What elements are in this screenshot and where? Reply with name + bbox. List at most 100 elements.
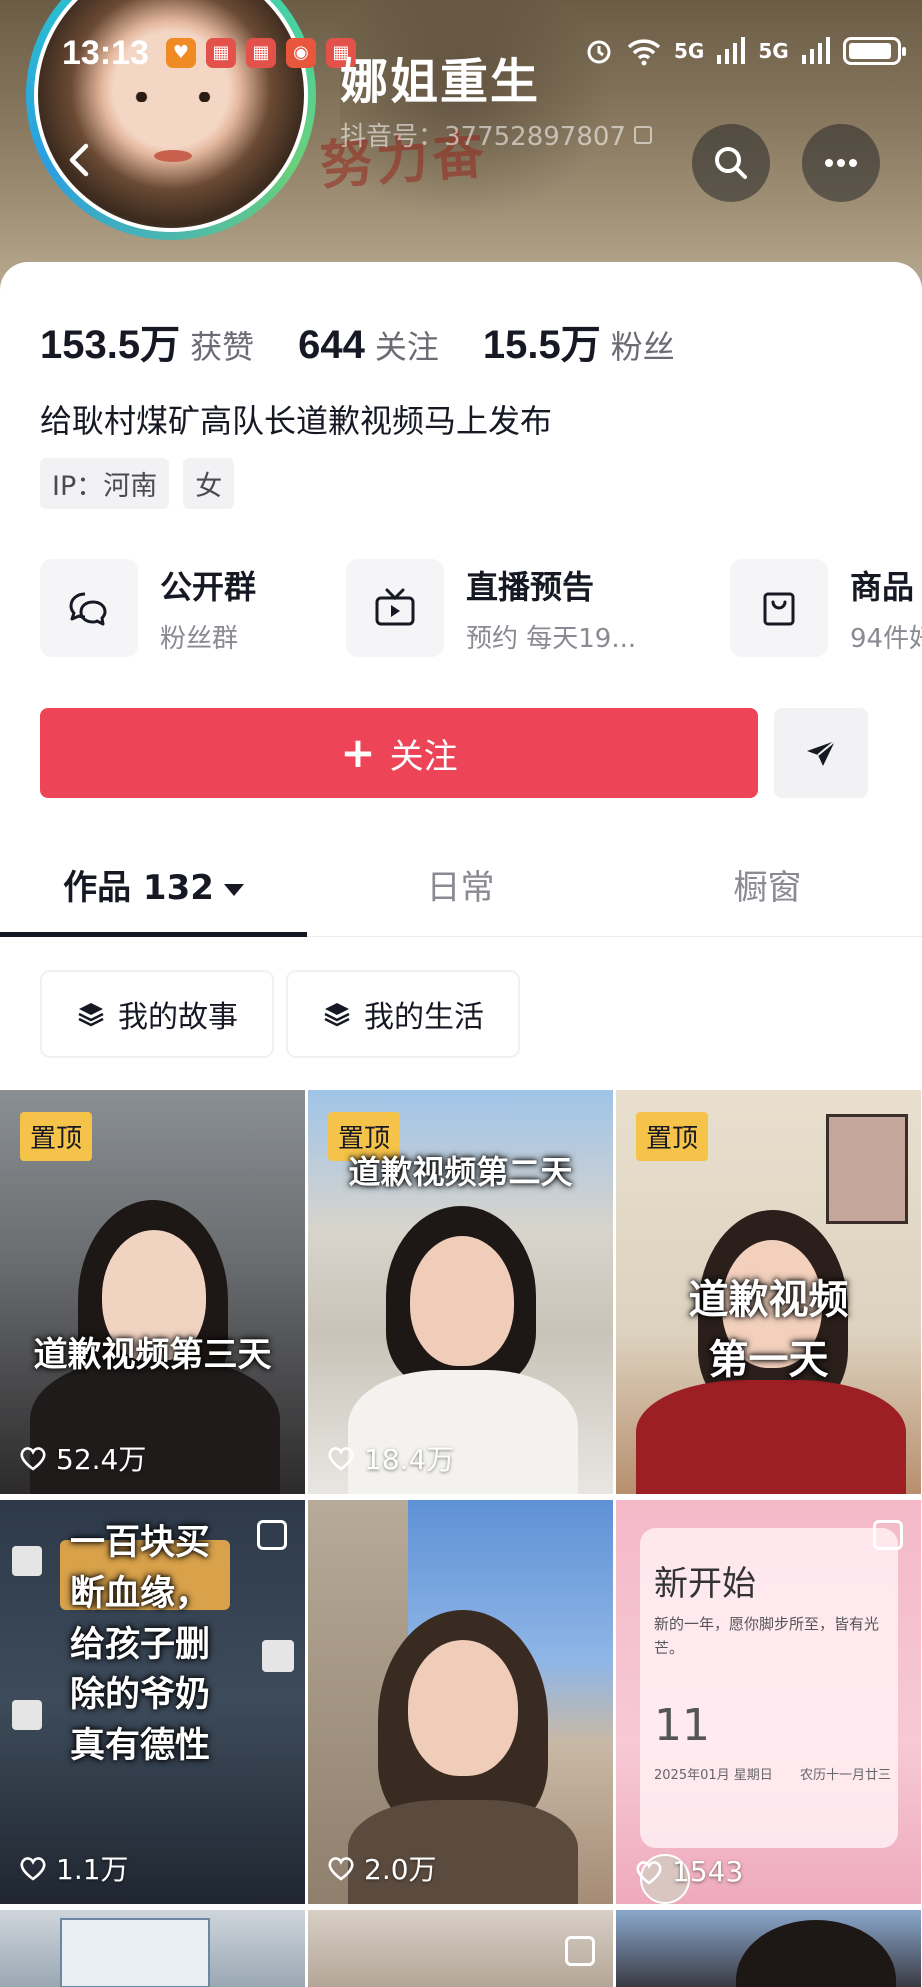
tab-works[interactable]: 作品 132	[0, 860, 307, 909]
profile-bio: 给耿村煤矿高队长道歉视频马上发布	[40, 402, 553, 440]
video-thumbnail[interactable]	[0, 1910, 305, 1987]
card-title: 新开始	[654, 1564, 756, 1604]
active-tab-indicator	[0, 932, 307, 937]
wifi-icon	[627, 39, 661, 66]
notification-icons: ♥ ▦ ▦ ◉ ▦	[166, 38, 356, 68]
ip-location-tag: IP：河南	[40, 458, 170, 509]
gender-tag: 女	[183, 458, 235, 509]
overlay-line: 道歉视频	[688, 1277, 849, 1323]
overlay-line: 真有德性	[70, 1726, 211, 1766]
heart-outline-icon	[328, 1447, 354, 1471]
like-count: 2.0万	[326, 1848, 437, 1888]
search-icon	[715, 147, 747, 179]
douyin-id[interactable]: 抖音号：37752897807	[340, 116, 652, 153]
feature-text: 公开群 粉丝群	[160, 562, 256, 655]
feature-text: 商品 94件好	[850, 562, 922, 655]
like-count: 52.4万	[18, 1438, 146, 1478]
content-tabs: 作品 132 日常 橱窗	[0, 860, 922, 926]
checkbox-icon[interactable]	[257, 1520, 287, 1550]
tab-label: 作品 132	[63, 868, 214, 908]
feature-icon-box	[40, 559, 138, 657]
paper-plane-icon	[807, 740, 836, 766]
feature-fan-group[interactable]: 公开群 粉丝群	[40, 558, 256, 658]
feature-icon-box	[346, 559, 444, 657]
overlay-line: 给孩子删	[70, 1624, 211, 1665]
heart-outline-icon	[20, 1447, 46, 1471]
avatar-lips	[154, 150, 192, 162]
wall-picture	[826, 1114, 908, 1224]
checkbox-icon[interactable]	[873, 1520, 903, 1550]
heart-outline-icon	[328, 1857, 354, 1881]
like-count-value: 52.4万	[56, 1443, 147, 1476]
like-count-value: 2.0万	[364, 1853, 437, 1886]
collection-my-story[interactable]: 我的故事	[40, 970, 274, 1058]
video-thumbnail[interactable]: 2.0万	[308, 1500, 613, 1904]
chat-avatar	[12, 1700, 42, 1730]
profile-stats: 153.5万 获赞 644 关注 15.5万 粉丝	[40, 312, 719, 370]
follow-button[interactable]: + 关注	[40, 708, 758, 798]
feature-title: 直播预告	[466, 567, 595, 606]
caret-down-icon[interactable]	[223, 883, 244, 896]
follow-label: 关注	[389, 736, 458, 777]
video-grid: 置顶 道歉视频第三天 52.4万 置顶 道歉视频第二天 18.4万 置顶 道歉视…	[0, 1090, 922, 1987]
back-button[interactable]	[60, 140, 100, 180]
stat-value: 15.5万	[482, 323, 601, 367]
stat-label: 粉丝	[610, 328, 675, 366]
like-count-value: 18.4万	[364, 1443, 455, 1476]
copy-icon[interactable]	[633, 125, 652, 144]
stat-followers[interactable]: 15.5万 粉丝	[483, 312, 675, 370]
video-thumbnail[interactable]: 新开始 新的一年，愿你脚步所至，皆有光芒。 11 2025年01月 星期日 农历…	[616, 1500, 921, 1904]
like-count: 1.1万	[18, 1848, 129, 1888]
more-dots-icon	[825, 159, 857, 167]
plus-icon: +	[340, 728, 376, 777]
like-count-value: 1543	[672, 1855, 744, 1888]
chevron-left-icon	[69, 143, 89, 177]
collection-my-life[interactable]: 我的生活	[286, 970, 520, 1058]
network-type-2: 5G	[758, 39, 789, 63]
collection-label: 我的生活	[364, 1000, 484, 1035]
chat-bubbles-icon	[69, 592, 107, 626]
network-type: 5G	[674, 39, 705, 63]
card-text: 新的一年，愿你脚步所至，皆有光芒。	[654, 1615, 880, 1657]
like-count-value: 1.1万	[56, 1853, 129, 1886]
card-day: 11	[654, 1700, 710, 1751]
feature-products[interactable]: 商品 94件好	[730, 558, 922, 658]
collection-chips: 我的故事 我的生活	[40, 970, 520, 1058]
stat-value: 153.5万	[40, 323, 181, 367]
stat-following[interactable]: 644 关注	[298, 322, 439, 368]
search-button[interactable]	[692, 124, 770, 202]
chat-avatar	[262, 1640, 294, 1672]
chat-avatar	[12, 1546, 42, 1576]
video-thumbnail[interactable]: 置顶 道歉视频第二天 18.4万	[308, 1090, 613, 1494]
tab-daily[interactable]: 日常	[307, 860, 614, 909]
card-date: 2025年01月 星期日	[654, 1768, 773, 1783]
thumbnail-face	[410, 1236, 514, 1366]
like-count: 18.4万	[326, 1438, 454, 1478]
feature-entries: 公开群 粉丝群 直播预告 预约 每天19... 商品 94件好	[40, 558, 922, 668]
video-thumbnail[interactable]: 置顶 道歉视频第三天 52.4万	[0, 1090, 305, 1494]
stat-likes[interactable]: 153.5万 获赞	[40, 312, 254, 370]
send-message-button[interactable]	[774, 708, 868, 798]
video-thumbnail[interactable]	[616, 1910, 921, 1987]
heart-outline-icon	[20, 1857, 46, 1881]
alarm-icon	[587, 40, 611, 64]
tab-showcase[interactable]: 橱窗	[614, 860, 921, 909]
profile-nickname: 娜姐重生	[340, 54, 541, 110]
video-thumbnail[interactable]: 一百块买 断血缘， 给孩子删 除的爷奶 真有德性 1.1万	[0, 1500, 305, 1904]
more-button[interactable]	[802, 124, 880, 202]
feature-live-preview[interactable]: 直播预告 预约 每天19...	[346, 558, 636, 658]
feature-subtitle: 94件好	[850, 623, 922, 654]
signal-icon-2	[801, 37, 830, 64]
checkbox-icon[interactable]	[565, 1936, 595, 1966]
weibo-icon: ◉	[286, 38, 316, 68]
video-overlay-text: 道歉视频第二天	[348, 1153, 573, 1191]
douyin-id-text: 抖音号：37752897807	[340, 122, 626, 152]
feature-subtitle: 粉丝群	[160, 623, 239, 654]
battery-icon	[842, 37, 906, 65]
feature-subtitle: 预约 每天19...	[466, 623, 637, 654]
video-thumbnail[interactable]	[308, 1910, 613, 1987]
overlay-line: 除的爷奶	[70, 1675, 211, 1716]
video-thumbnail[interactable]: 置顶 道歉视频 第一天	[616, 1090, 921, 1494]
shopping-bag-icon	[763, 592, 795, 626]
feature-title: 商品	[850, 567, 915, 606]
